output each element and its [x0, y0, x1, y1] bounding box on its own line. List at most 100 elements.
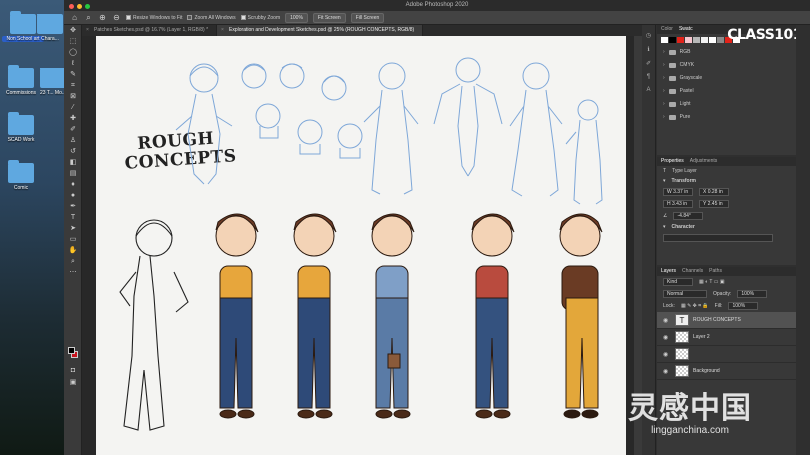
history-icon[interactable]: ◷ — [642, 32, 655, 39]
gradient-tool-icon[interactable]: ▤ — [64, 168, 82, 179]
stamp-tool-icon[interactable]: ♙ — [64, 135, 82, 146]
document-tabs: Patches Sketches.psd @ 16.7% (Layer 1, R… — [82, 25, 642, 36]
character-icon[interactable]: A — [642, 87, 655, 93]
swatch-color[interactable] — [701, 37, 708, 43]
fill-screen-button[interactable]: Fill Screen — [350, 12, 385, 23]
desktop-folder-scad-work[interactable]: SCAD Work — [0, 112, 42, 143]
minimize-window-button[interactable] — [77, 4, 82, 9]
layer-row[interactable]: ◉ — [657, 346, 810, 363]
swatch-group[interactable]: › Pure — [657, 111, 810, 124]
swatch-group[interactable]: › RGB — [657, 46, 810, 59]
swatch-color[interactable] — [661, 37, 668, 43]
move-tool-icon[interactable]: ✥ — [64, 25, 82, 36]
blend-mode-select[interactable]: Normal — [663, 290, 707, 298]
artboard-tool-icon[interactable]: ⬚ — [64, 36, 82, 47]
eraser-tool-icon[interactable]: ◧ — [64, 157, 82, 168]
height-field[interactable]: H 3.43 in — [663, 200, 693, 208]
color-swatches[interactable] — [68, 347, 78, 359]
crop-tool-icon[interactable]: ⌗ — [64, 80, 82, 91]
desktop-folder-chara[interactable]: Chara... — [36, 14, 64, 42]
layer-row[interactable]: ◉ Background — [657, 363, 810, 380]
history-brush-icon[interactable]: ↺ — [64, 146, 82, 157]
type-tool-icon[interactable]: T — [64, 212, 82, 223]
paragraph-icon[interactable]: ¶ — [642, 74, 655, 80]
path-select-icon[interactable]: ➤ — [64, 223, 82, 234]
desktop-folder-commissions[interactable]: Commissions — [0, 65, 42, 96]
desktop-folder-comic[interactable]: Comic — [0, 160, 42, 191]
swatch-color[interactable] — [685, 37, 692, 43]
zoom-window-button[interactable] — [85, 4, 90, 9]
swatch-color[interactable] — [693, 37, 700, 43]
tab-layers[interactable]: Layers — [661, 267, 676, 276]
hand-tool-icon[interactable]: ✋ — [64, 245, 82, 256]
x-field[interactable]: X 0.28 in — [699, 188, 729, 196]
canvas-area[interactable]: ROUGH CONCEPTS — [82, 36, 642, 455]
foreground-color[interactable] — [68, 347, 75, 354]
eyedropper-tool-icon[interactable]: ⁄ — [64, 102, 82, 113]
screen-mode-icon[interactable]: ▣ — [64, 377, 82, 388]
swatch-group[interactable]: › Light — [657, 98, 810, 111]
shape-tool-icon[interactable]: ▭ — [64, 234, 82, 245]
tab-paths[interactable]: Paths — [709, 267, 722, 276]
document-canvas[interactable]: ROUGH CONCEPTS — [96, 36, 626, 455]
lasso-tool-icon[interactable]: ℓ — [64, 58, 82, 69]
zoom-tool-icon[interactable]: ⌕ — [84, 13, 93, 22]
chevron-down-icon[interactable]: ▾ — [663, 178, 666, 184]
swatch-color[interactable] — [677, 37, 684, 43]
eye-icon[interactable]: ◉ — [663, 351, 671, 358]
zoom-tool-icon[interactable]: ⌕ — [64, 256, 82, 267]
swatch-group[interactable]: › CMYK — [657, 59, 810, 72]
opacity-field[interactable]: 100% — [737, 290, 768, 298]
tab-patches-sketches[interactable]: Patches Sketches.psd @ 16.7% (Layer 1, R… — [82, 25, 218, 36]
tab-adjustments[interactable]: Adjustments — [690, 157, 718, 166]
tab-swatches[interactable]: Swatc — [679, 25, 693, 34]
info-icon[interactable]: ℹ — [642, 46, 655, 53]
swatch-color[interactable] — [669, 37, 676, 43]
layer-row[interactable]: ◉ T ROUGH CONCEPTS — [657, 312, 810, 329]
desktop-folder-23t[interactable]: 23 T... Mo... — [40, 68, 64, 96]
marquee-tool-icon[interactable]: ◯ — [64, 47, 82, 58]
tab-properties[interactable]: Properties — [661, 157, 684, 166]
pen-tool-icon[interactable]: ✒ — [64, 201, 82, 212]
zoom-100-button[interactable]: 100% — [285, 12, 308, 23]
zoom-in-icon[interactable]: ⊕ — [98, 13, 107, 22]
swatch-color[interactable] — [717, 37, 724, 43]
swatch-group[interactable]: › Pastel — [657, 85, 810, 98]
width-field[interactable]: W 3.37 in — [663, 188, 693, 196]
kind-filter-select[interactable]: Kind — [663, 278, 693, 286]
quick-select-tool-icon[interactable]: ✎ — [64, 69, 82, 80]
close-window-button[interactable] — [69, 4, 74, 9]
tab-channels[interactable]: Channels — [682, 267, 703, 276]
y-field[interactable]: Y 2.45 in — [699, 200, 729, 208]
zoom-all-windows-checkbox[interactable]: Zoom All Windows — [187, 15, 236, 21]
blue-sketch-figure-1 — [175, 63, 233, 185]
quick-mask-icon[interactable]: ◘ — [64, 365, 82, 376]
angle-field[interactable]: -4.84° — [673, 212, 704, 220]
lock-icons[interactable]: ▦ ✎ ✥ ⌗ 🔒 — [681, 303, 709, 309]
swatch-color[interactable] — [709, 37, 716, 43]
brush-tool-icon[interactable]: ✐ — [64, 124, 82, 135]
eye-icon[interactable]: ◉ — [663, 334, 671, 341]
desktop-folder-label: 23 T... Mo... — [40, 90, 64, 96]
dodge-tool-icon[interactable]: ● — [64, 190, 82, 201]
font-field[interactable] — [663, 234, 773, 242]
tab-color[interactable]: Color — [661, 25, 673, 34]
eye-icon[interactable]: ◉ — [663, 368, 671, 375]
zoom-out-icon[interactable]: ⊖ — [112, 13, 121, 22]
fit-screen-button[interactable]: Fit Screen — [312, 12, 346, 23]
fill-field[interactable]: 100% — [728, 302, 759, 310]
layer-row[interactable]: ◉ Layer 2 — [657, 329, 810, 346]
more-tools-icon[interactable]: ⋯ — [64, 267, 82, 278]
scrubby-zoom-checkbox[interactable]: Scrubby Zoom — [240, 15, 280, 21]
chevron-down-icon[interactable]: ▾ — [663, 224, 666, 230]
resize-windows-checkbox[interactable]: Resize Windows to Fit — [126, 15, 182, 21]
brush-settings-icon[interactable]: ✐ — [642, 60, 655, 67]
home-icon[interactable]: ⌂ — [70, 13, 79, 22]
tab-exploration-sketches[interactable]: Exploration and Development Sketches.psd… — [217, 25, 424, 36]
swatch-group[interactable]: › Grayscale — [657, 72, 810, 85]
healing-tool-icon[interactable]: ✚ — [64, 113, 82, 124]
blur-tool-icon[interactable]: ♦ — [64, 179, 82, 190]
filter-icons[interactable]: ▦ ◐ T ▭ ▣ — [699, 279, 725, 285]
eye-icon[interactable]: ◉ — [663, 317, 671, 324]
frame-tool-icon[interactable]: ⊠ — [64, 91, 82, 102]
